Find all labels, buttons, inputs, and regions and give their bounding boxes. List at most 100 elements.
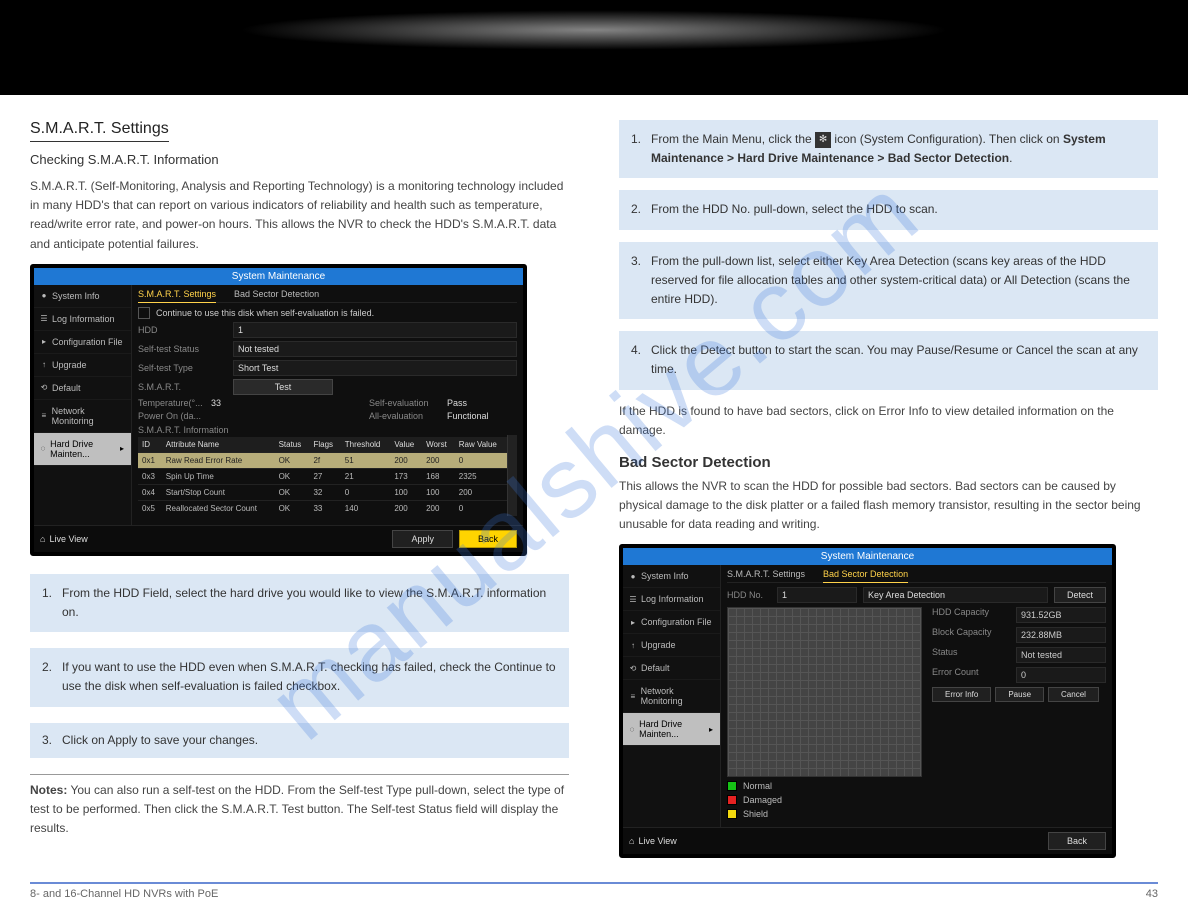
sidebar-item-default[interactable]: ⟲ Default [34, 377, 131, 400]
sidebar-item-config-file[interactable]: ▸Configuration File [623, 611, 720, 634]
th-id: ID [138, 437, 162, 453]
sidebar-item-default[interactable]: ⟲Default [623, 657, 720, 680]
block-cap-label: Block Capacity [932, 627, 1012, 643]
swatch-damaged-icon [727, 795, 737, 805]
scrollbar[interactable] [507, 435, 517, 516]
sidebar-item-hdd-maint[interactable]: ◌Hard Drive Mainten...▸ [623, 713, 720, 746]
sidebar-item-system-info[interactable]: ●System Info [623, 565, 720, 588]
cell: 2325 [455, 468, 507, 484]
sidebar-item-network-monitoring[interactable]: ≡Network Monitoring [34, 400, 131, 433]
notes-text: You can also run a self-test on the HDD.… [30, 783, 564, 835]
pause-button[interactable]: Pause [995, 687, 1044, 702]
sidebar-label: Upgrade [641, 640, 676, 650]
tab-smart-settings[interactable]: S.M.A.R.T. Settings [727, 569, 805, 579]
alleval-label: All-evaluation [369, 411, 444, 421]
th-worst: Worst [422, 437, 455, 453]
cell: 100 [422, 484, 455, 500]
sidebar-item-config-file[interactable]: ▸Configuration File [34, 331, 131, 354]
step-text: From the HDD No. pull-down, select the H… [651, 200, 938, 219]
error-info-note: If the HDD is found to have bad sectors,… [619, 402, 1158, 440]
test-button[interactable]: Test [233, 379, 333, 395]
sidebar-item-upgrade[interactable]: ↑Upgrade [34, 354, 131, 377]
left-column: S.M.A.R.T. Settings Checking S.M.A.R.T. … [30, 120, 569, 858]
cell: 168 [422, 468, 455, 484]
back-button[interactable]: Back [459, 530, 517, 548]
bs-main-panel: S.M.A.R.T. Settings Bad Sector Detection… [721, 565, 1112, 827]
error-info-button[interactable]: Error Info [932, 687, 991, 702]
sidebar-item-log-info[interactable]: ☰ Log Information [623, 588, 720, 611]
smart-desc: S.M.A.R.T. (Self-Monitoring, Analysis an… [30, 177, 569, 254]
smart-notes: Notes: You can also run a self-test on t… [30, 774, 569, 839]
cell: Raw Read Error Rate [162, 452, 275, 468]
footer-page-number: 43 [1146, 888, 1158, 900]
legend-damaged: Damaged [743, 795, 782, 805]
selftest-type-label: Self-test Type [138, 363, 233, 373]
live-view-label: Live View [49, 534, 87, 544]
network-icon: ≡ [629, 692, 637, 701]
bad-sector-steps: 1. From the Main Menu, click the ✻ icon … [619, 120, 1158, 390]
network-icon: ≡ [40, 411, 48, 420]
sidebar-item-system-info[interactable]: ●System Info [34, 285, 131, 308]
cell: 51 [341, 452, 391, 468]
default-icon: ⟲ [629, 664, 637, 673]
chevron-icon: ▸ [629, 618, 637, 627]
info-icon: ● [629, 572, 637, 581]
continue-checkbox-row[interactable]: Continue to use this disk when self-eval… [138, 307, 517, 319]
sidebar-label: Log Information [641, 594, 704, 604]
upgrade-icon: ↑ [629, 641, 637, 650]
selftest-status-label: Self-test Status [138, 344, 233, 354]
cell: 2f [309, 452, 340, 468]
hdd-icon: ◌ [629, 725, 635, 734]
table-row[interactable]: 0x3Spin Up TimeOK27211731682325 [138, 468, 507, 484]
footer-left: 8- and 16-Channel HD NVRs with PoE [30, 888, 218, 900]
step-text: From the pull-down list, select either K… [651, 252, 1146, 310]
tab-smart-settings[interactable]: S.M.A.R.T. Settings [138, 289, 216, 303]
smart-window-title: System Maintenance [34, 268, 523, 285]
tab-bad-sector[interactable]: Bad Sector Detection [823, 569, 908, 583]
cancel-button[interactable]: Cancel [1048, 687, 1099, 702]
checkbox-icon[interactable] [138, 307, 150, 319]
alleval-value: Functional [447, 411, 517, 421]
bs-window-title: System Maintenance [623, 548, 1112, 565]
detect-button[interactable]: Detect [1054, 587, 1106, 603]
smart-tabs: S.M.A.R.T. Settings Bad Sector Detection [138, 289, 517, 303]
live-view-link[interactable]: ⌂Live View [40, 534, 88, 544]
chevron-icon: ▸ [40, 337, 48, 346]
cell: OK [275, 452, 310, 468]
sidebar-label: System Info [52, 291, 100, 301]
step-num: 1. [631, 130, 645, 168]
detect-type-select[interactable]: Key Area Detection [863, 587, 1048, 603]
apply-button[interactable]: Apply [392, 530, 453, 548]
hdd-no-select[interactable]: 1 [777, 587, 857, 603]
cell: OK [275, 484, 310, 500]
hdd-cap-value: 931.52GB [1016, 607, 1106, 623]
step-num: 3. [42, 731, 56, 750]
cell: Start/Stop Count [162, 484, 275, 500]
tab-bad-sector[interactable]: Bad Sector Detection [234, 289, 319, 299]
table-row[interactable]: 0x4Start/Stop CountOK320100100200 [138, 484, 507, 500]
selftest-type-select[interactable]: Short Test [233, 360, 517, 376]
step-num: 2. [42, 658, 56, 696]
sidebar-label: Network Monitoring [641, 686, 714, 706]
smart-info-heading: S.M.A.R.T. Information [138, 425, 517, 435]
sidebar-item-upgrade[interactable]: ↑ Upgrade [623, 634, 720, 657]
cell: 21 [341, 468, 391, 484]
selftest-status-value: Not tested [233, 341, 517, 357]
back-button[interactable]: Back [1048, 832, 1106, 850]
log-icon: ☰ [629, 595, 637, 604]
table-row[interactable]: 0x1Raw Read Error RateOK2f512002000 [138, 452, 507, 468]
cell: 0 [455, 452, 507, 468]
cell: 27 [309, 468, 340, 484]
smart-steps: 1.From the HDD Field, select the hard dr… [30, 574, 569, 758]
table-row[interactable]: 0x5Reallocated Sector CountOK33140200200… [138, 500, 507, 516]
hdd-select[interactable]: 1 [233, 322, 517, 338]
live-view-link[interactable]: ⌂Live View [629, 836, 677, 846]
step-text: If you want to use the HDD even when S.M… [62, 658, 557, 696]
th-threshold: Threshold [341, 437, 391, 453]
sidebar-item-log-info[interactable]: ☰Log Information [34, 308, 131, 331]
sidebar-label: Default [52, 383, 81, 393]
default-icon: ⟲ [40, 383, 48, 392]
sidebar-item-network-monitoring[interactable]: ≡ Network Monitoring [623, 680, 720, 713]
poweron-value [211, 411, 271, 421]
sidebar-item-hdd-maint[interactable]: ◌Hard Drive Mainten...▸ [34, 433, 131, 466]
